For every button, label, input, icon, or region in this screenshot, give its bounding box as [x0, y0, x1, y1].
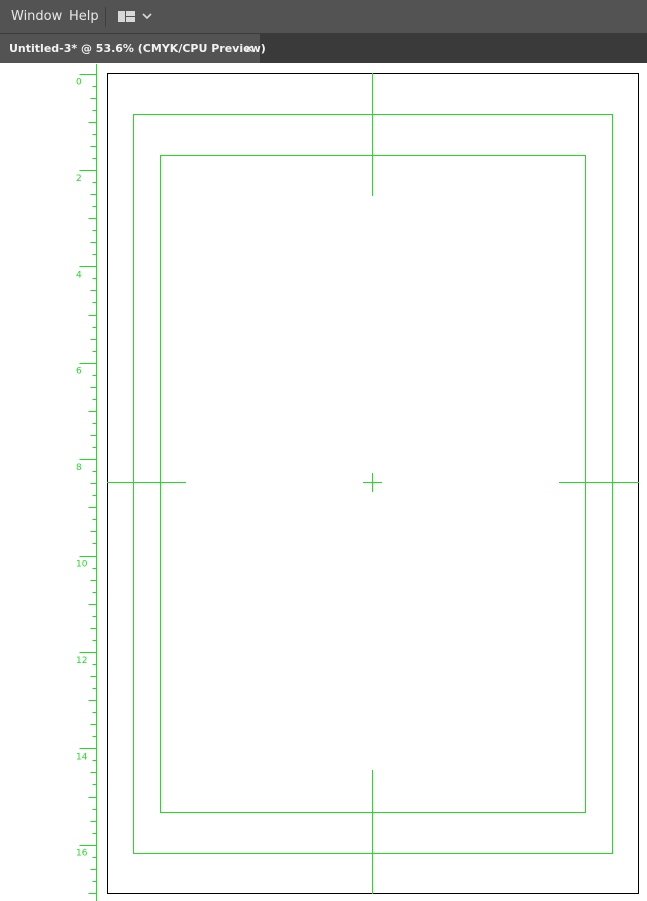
chevron-down-icon: [142, 13, 152, 20]
close-tab-icon[interactable]: ×: [242, 34, 256, 63]
menu-separator: [105, 7, 106, 27]
workspace-layout-icon: [118, 11, 152, 22]
menu-bar: Window Help: [0, 0, 647, 34]
menu-window[interactable]: Window: [11, 0, 62, 34]
document-tab-title: Untitled-3* @ 53.6% (CMYK/CPU Preview): [9, 42, 266, 55]
document-tab-bar: Untitled-3* @ 53.6% (CMYK/CPU Preview) ×: [0, 34, 647, 63]
menu-help[interactable]: Help: [69, 0, 99, 34]
document-tab[interactable]: Untitled-3* @ 53.6% (CMYK/CPU Preview) ×: [0, 34, 266, 63]
artboard-view[interactable]: [0, 64, 647, 901]
canvas-area[interactable]: 0 2 4 6 8 10 12 14 16: [0, 64, 647, 901]
workspace-switcher-button[interactable]: [116, 8, 156, 26]
